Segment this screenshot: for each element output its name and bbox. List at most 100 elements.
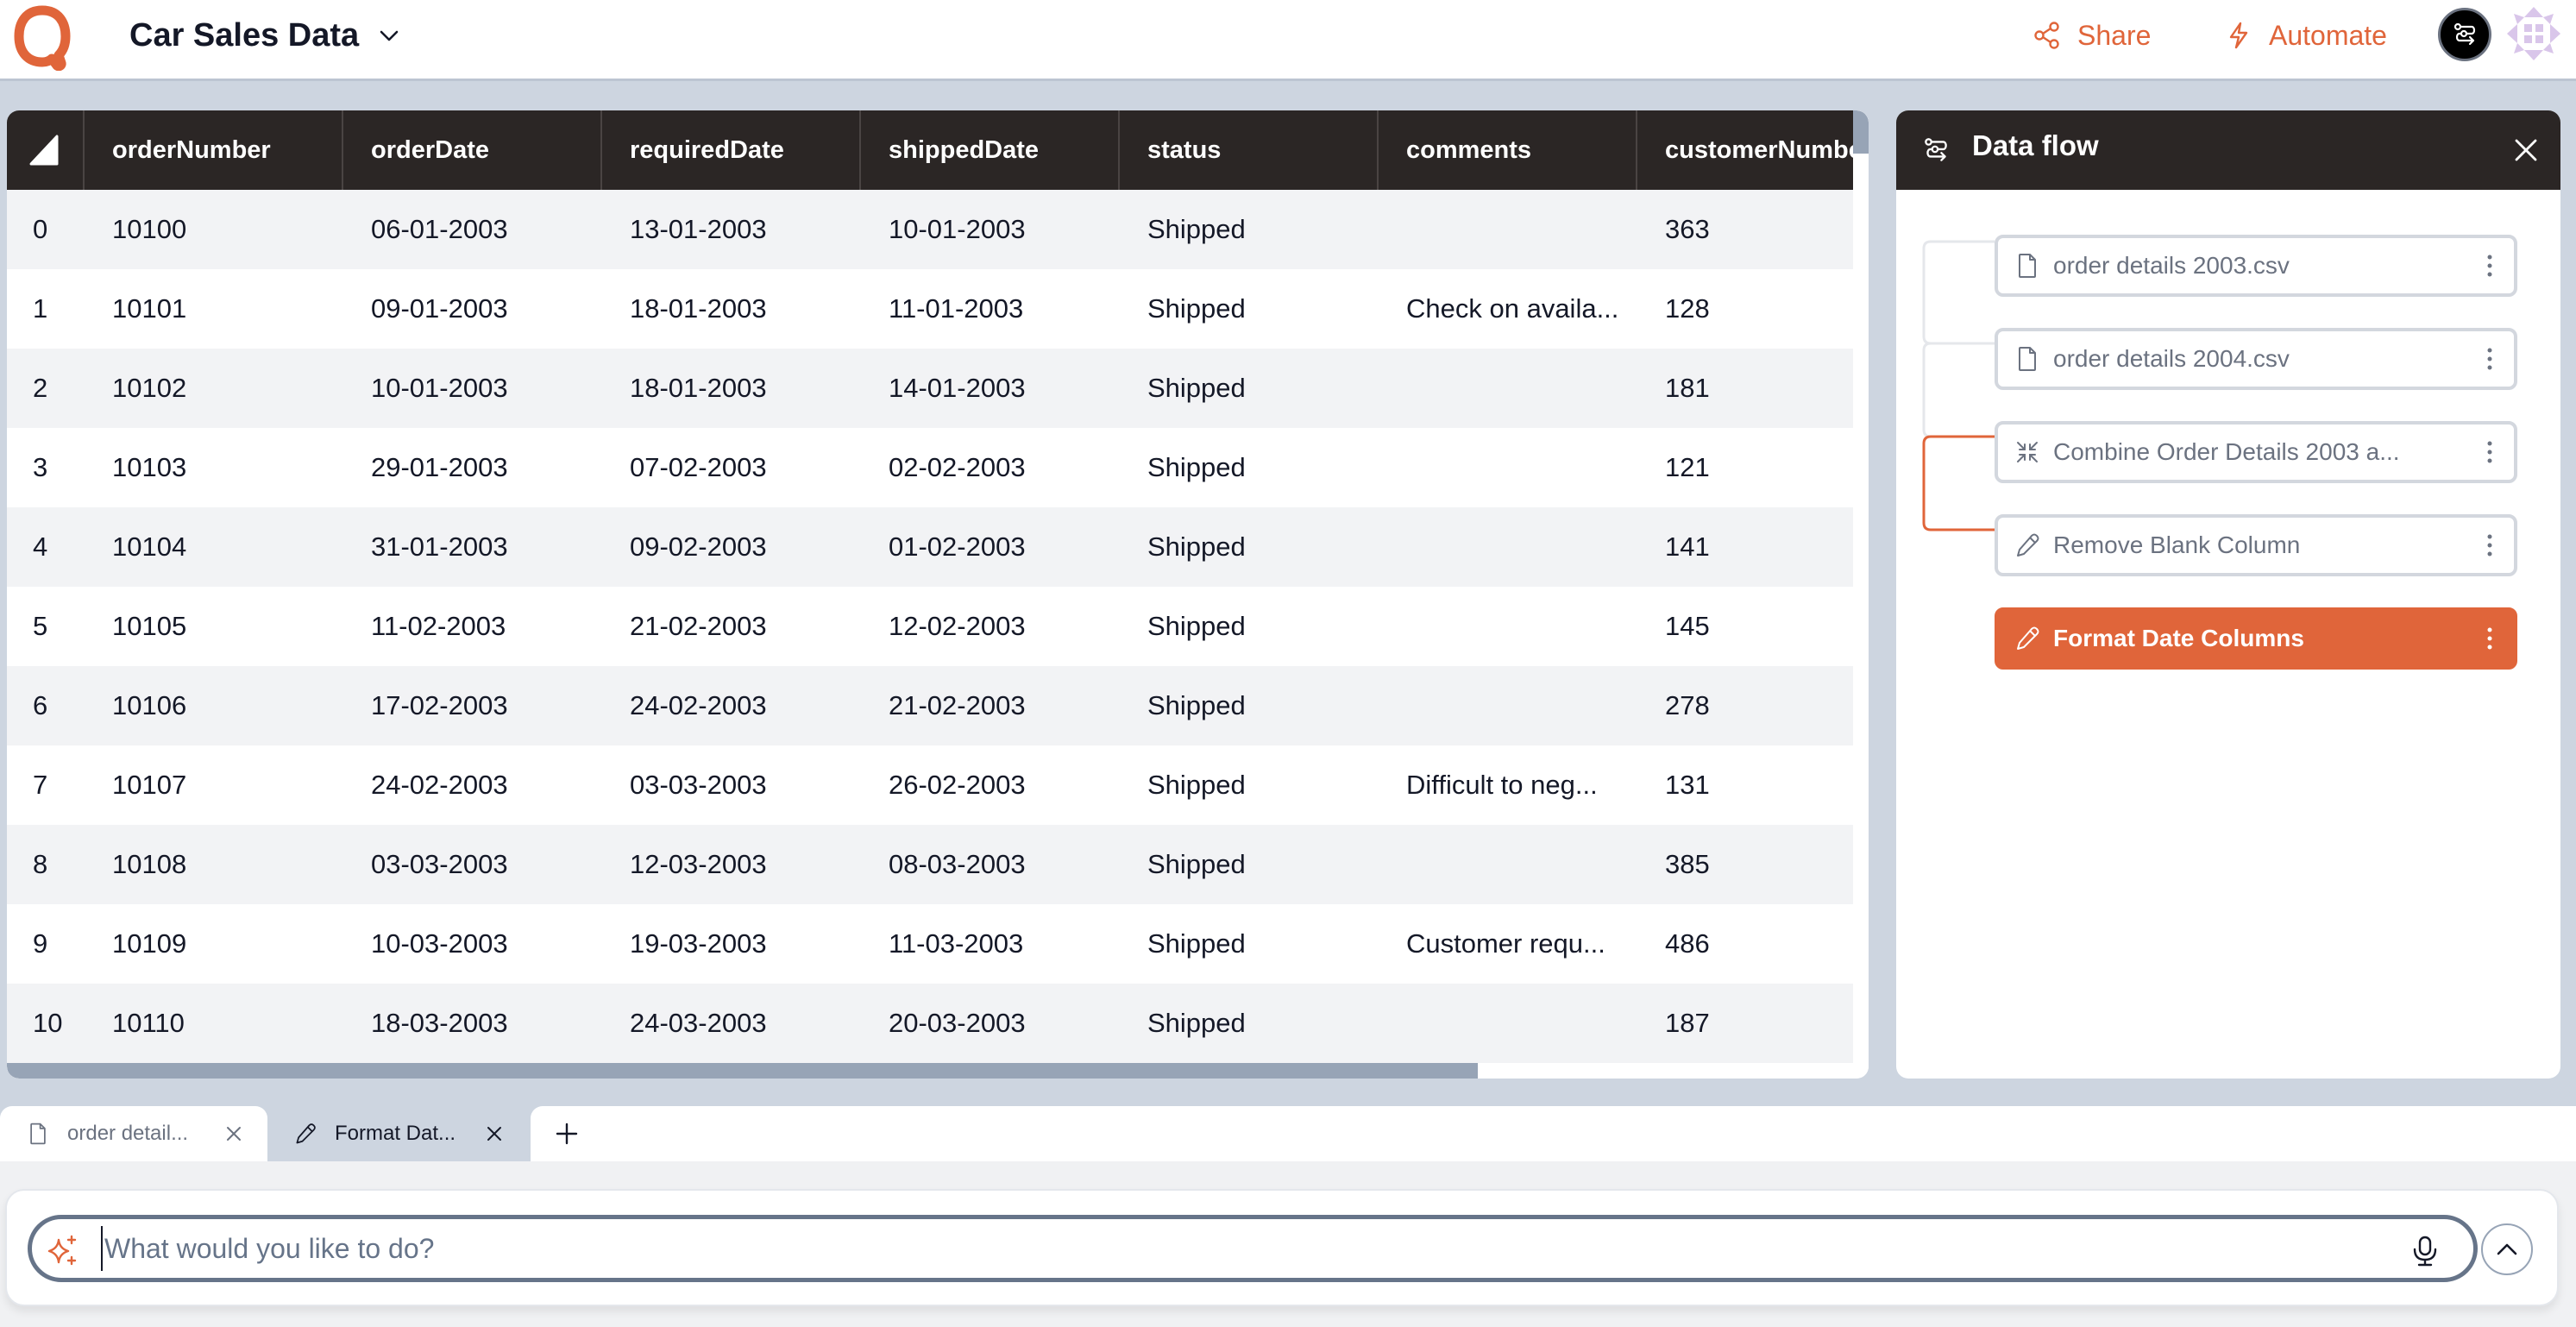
- table-row[interactable]: 6 10106 17-02-2003 24-02-2003 21-02-2003 Ship…: [7, 666, 1853, 745]
- cell-requireddate[interactable]: 12-03-2003: [602, 825, 861, 904]
- cell-ordernumber[interactable]: 10102: [85, 349, 343, 428]
- cell-status[interactable]: Shipped: [1120, 269, 1379, 349]
- cell-shippeddate[interactable]: 08-03-2003: [861, 825, 1120, 904]
- column-header-comments[interactable]: comments: [1379, 110, 1637, 190]
- cell-comments[interactable]: [1379, 825, 1637, 904]
- column-header-customernumber[interactable]: customerNumber: [1637, 110, 1853, 190]
- cell-customernumber[interactable]: 128: [1637, 269, 1853, 349]
- column-header-status[interactable]: status: [1120, 110, 1379, 190]
- cell-customernumber[interactable]: 181: [1637, 349, 1853, 428]
- more-vertical-icon[interactable]: [2481, 342, 2498, 376]
- cell-shippeddate[interactable]: 21-02-2003: [861, 666, 1120, 745]
- table-row[interactable]: 1 10101 09-01-2003 18-01-2003 11-01-2003 Ship…: [7, 269, 1853, 349]
- table-row[interactable]: 10 10110 18-03-2003 24-03-2003 20-03-2003 Shi…: [7, 984, 1853, 1063]
- column-header-requireddate[interactable]: requiredDate: [602, 110, 861, 190]
- row-index-cell[interactable]: 1: [7, 269, 85, 349]
- cell-comments[interactable]: [1379, 428, 1637, 507]
- cell-ordernumber[interactable]: 10105: [85, 587, 343, 666]
- more-vertical-icon[interactable]: [2481, 435, 2498, 469]
- cell-requireddate[interactable]: 09-02-2003: [602, 507, 861, 587]
- cell-comments[interactable]: Check on availa...: [1379, 269, 1637, 349]
- cell-shippeddate[interactable]: 11-01-2003: [861, 269, 1120, 349]
- cell-status[interactable]: Shipped: [1120, 190, 1379, 269]
- cell-orderdate[interactable]: 24-02-2003: [343, 745, 602, 825]
- cell-requireddate[interactable]: 24-02-2003: [602, 666, 861, 745]
- cell-requireddate[interactable]: 03-03-2003: [602, 745, 861, 825]
- cell-orderdate[interactable]: 10-01-2003: [343, 349, 602, 428]
- row-index-cell[interactable]: 4: [7, 507, 85, 587]
- data-flow-toggle-button[interactable]: [2438, 8, 2491, 61]
- table-row[interactable]: 0 10100 06-01-2003 13-01-2003 10-01-2003 Ship…: [7, 190, 1853, 269]
- cell-ordernumber[interactable]: 10106: [85, 666, 343, 745]
- cell-orderdate[interactable]: 03-03-2003: [343, 825, 602, 904]
- column-header-orderdate[interactable]: orderDate: [343, 110, 602, 190]
- close-icon[interactable]: [2510, 135, 2541, 166]
- cell-comments[interactable]: Customer requ...: [1379, 904, 1637, 984]
- more-vertical-icon[interactable]: [2481, 528, 2498, 563]
- cell-shippeddate[interactable]: 12-02-2003: [861, 587, 1120, 666]
- cell-status[interactable]: Shipped: [1120, 428, 1379, 507]
- row-index-cell[interactable]: 3: [7, 428, 85, 507]
- row-index-cell[interactable]: 10: [7, 984, 85, 1063]
- cell-orderdate[interactable]: 11-02-2003: [343, 587, 602, 666]
- cell-orderdate[interactable]: 31-01-2003: [343, 507, 602, 587]
- table-row[interactable]: 7 10107 24-02-2003 03-03-2003 26-02-2003 Ship…: [7, 745, 1853, 825]
- horizontal-scrollbar-thumb[interactable]: [7, 1063, 1478, 1079]
- row-index-cell[interactable]: 8: [7, 825, 85, 904]
- cell-status[interactable]: Shipped: [1120, 745, 1379, 825]
- prompt-input[interactable]: [101, 1226, 2378, 1271]
- app-logo-icon[interactable]: [12, 5, 72, 71]
- row-index-cell[interactable]: 6: [7, 666, 85, 745]
- cell-ordernumber[interactable]: 10103: [85, 428, 343, 507]
- cell-requireddate[interactable]: 24-03-2003: [602, 984, 861, 1063]
- cell-comments[interactable]: [1379, 190, 1637, 269]
- automate-button[interactable]: Automate: [2224, 14, 2387, 57]
- cell-status[interactable]: Shipped: [1120, 984, 1379, 1063]
- table-row[interactable]: 4 10104 31-01-2003 09-02-2003 01-02-2003 Ship…: [7, 507, 1853, 587]
- cell-ordernumber[interactable]: 10100: [85, 190, 343, 269]
- cell-shippeddate[interactable]: 20-03-2003: [861, 984, 1120, 1063]
- cell-status[interactable]: Shipped: [1120, 349, 1379, 428]
- cell-orderdate[interactable]: 10-03-2003: [343, 904, 602, 984]
- cell-orderdate[interactable]: 09-01-2003: [343, 269, 602, 349]
- table-row[interactable]: 9 10109 10-03-2003 19-03-2003 11-03-2003 Ship…: [7, 904, 1853, 984]
- cell-requireddate[interactable]: 19-03-2003: [602, 904, 861, 984]
- cell-ordernumber[interactable]: 10107: [85, 745, 343, 825]
- close-icon[interactable]: [224, 1124, 243, 1143]
- row-index-cell[interactable]: 2: [7, 349, 85, 428]
- cell-orderdate[interactable]: 29-01-2003: [343, 428, 602, 507]
- cell-customernumber[interactable]: 278: [1637, 666, 1853, 745]
- cell-shippeddate[interactable]: 01-02-2003: [861, 507, 1120, 587]
- microphone-icon[interactable]: [2410, 1235, 2441, 1267]
- row-index-cell[interactable]: 7: [7, 745, 85, 825]
- cell-comments[interactable]: [1379, 587, 1637, 666]
- row-index-cell[interactable]: 0: [7, 190, 85, 269]
- cell-orderdate[interactable]: 06-01-2003: [343, 190, 602, 269]
- tab-order-details[interactable]: order detail...: [0, 1106, 267, 1161]
- cell-ordernumber[interactable]: 10110: [85, 984, 343, 1063]
- column-header-ordernumber[interactable]: orderNumber: [85, 110, 343, 190]
- vertical-scrollbar-track[interactable]: [1853, 110, 1869, 1063]
- table-row[interactable]: 2 10102 10-01-2003 18-01-2003 14-01-2003 Ship…: [7, 349, 1853, 428]
- cell-requireddate[interactable]: 21-02-2003: [602, 587, 861, 666]
- cell-customernumber[interactable]: 131: [1637, 745, 1853, 825]
- cell-shippeddate[interactable]: 26-02-2003: [861, 745, 1120, 825]
- row-index-cell[interactable]: 5: [7, 587, 85, 666]
- cell-ordernumber[interactable]: 10104: [85, 507, 343, 587]
- table-row[interactable]: 8 10108 03-03-2003 12-03-2003 08-03-2003 Ship…: [7, 825, 1853, 904]
- cell-customernumber[interactable]: 187: [1637, 984, 1853, 1063]
- cell-status[interactable]: Shipped: [1120, 507, 1379, 587]
- tab-format-date-columns[interactable]: Format Dat...: [267, 1106, 531, 1161]
- cell-comments[interactable]: [1379, 666, 1637, 745]
- cell-customernumber[interactable]: 486: [1637, 904, 1853, 984]
- cell-customernumber[interactable]: 363: [1637, 190, 1853, 269]
- cell-comments[interactable]: [1379, 507, 1637, 587]
- table-row[interactable]: 5 10105 11-02-2003 21-02-2003 12-02-2003 Ship…: [7, 587, 1853, 666]
- more-vertical-icon[interactable]: [2481, 248, 2498, 283]
- column-header-shippeddate[interactable]: shippedDate: [861, 110, 1120, 190]
- more-vertical-icon[interactable]: [2481, 621, 2498, 656]
- cell-status[interactable]: Shipped: [1120, 825, 1379, 904]
- cell-shippeddate[interactable]: 14-01-2003: [861, 349, 1120, 428]
- flow-node-source-2004[interactable]: order details 2004.csv: [1995, 328, 2517, 390]
- plus-icon[interactable]: [553, 1120, 581, 1148]
